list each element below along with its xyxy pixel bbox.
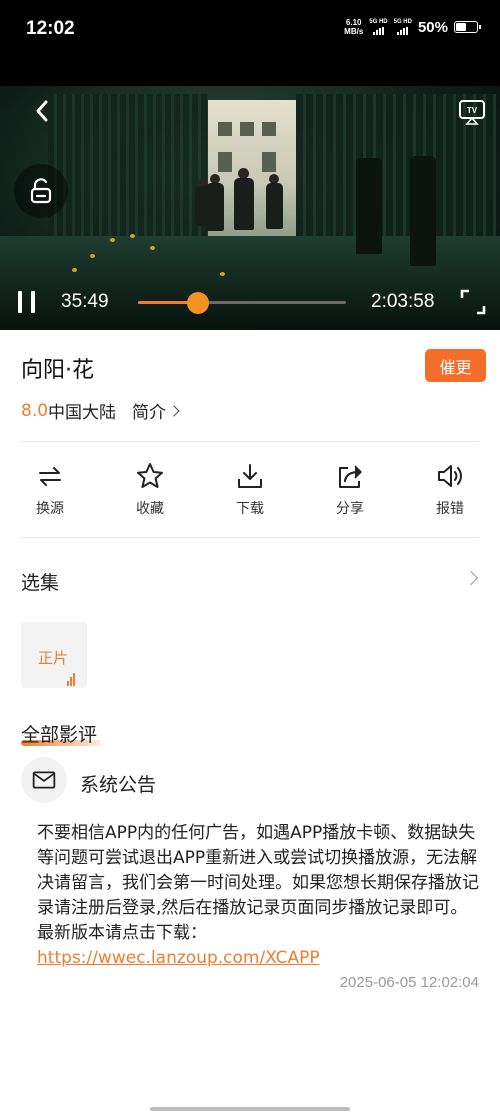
episodes-heading[interactable]: 选集 — [21, 568, 59, 595]
download-link[interactable]: https://wwec.lanzoup.com/XCAPP — [37, 948, 320, 968]
status-bar: 12:02 6.10 MB/s 5G HD 5G HD 50% — [0, 0, 500, 86]
video-frame-gate-left — [48, 94, 208, 254]
sim1-signal-icon: 5G HD — [369, 19, 388, 35]
seek-bar[interactable] — [138, 292, 346, 314]
divider — [21, 441, 479, 442]
chevron-right-icon[interactable] — [463, 570, 479, 586]
screen-lock-button[interactable] — [14, 164, 68, 218]
swap-source-button[interactable]: 换源 — [20, 461, 80, 518]
star-icon — [137, 463, 163, 488]
divider — [21, 537, 479, 538]
movie-score: 8.0 — [21, 400, 49, 421]
review-timestamp: 2025-06-05 12:02:04 — [339, 974, 479, 991]
share-icon — [339, 465, 362, 488]
speaker-report-icon — [438, 465, 462, 487]
movie-region: 中国大陆 — [48, 403, 117, 423]
chevron-right-icon — [168, 404, 180, 417]
status-time: 12:02 — [26, 18, 75, 39]
pause-button[interactable] — [18, 291, 38, 313]
video-player[interactable]: TV 35:49 2:03:58 — [0, 86, 500, 330]
svg-text:TV: TV — [467, 106, 478, 115]
swap-source-icon — [39, 467, 61, 486]
action-bar: 换源 收藏 下载 分享 报错 — [0, 461, 500, 521]
review-author: 系统公告 — [80, 774, 157, 796]
battery-percent: 50% — [417, 18, 448, 36]
playing-bars-icon — [67, 673, 75, 686]
download-button[interactable]: 下载 — [220, 461, 280, 518]
download-icon — [238, 464, 262, 488]
sim2-signal-icon: 5G HD — [394, 19, 412, 35]
home-indicator[interactable] — [150, 1107, 350, 1111]
intro-link[interactable]: 简介 — [132, 398, 180, 423]
mail-icon — [32, 771, 56, 789]
back-icon[interactable] — [30, 98, 56, 124]
fullscreen-icon[interactable] — [460, 289, 486, 315]
unlock-icon — [30, 178, 52, 204]
avatar — [21, 757, 67, 803]
elapsed-time: 35:49 — [61, 291, 109, 312]
urge-update-button[interactable]: 催更 — [425, 349, 486, 382]
total-duration: 2:03:58 — [371, 291, 435, 312]
share-button[interactable]: 分享 — [320, 461, 380, 518]
seek-thumb[interactable] — [187, 292, 209, 314]
movie-title: 向阳·花 — [21, 358, 94, 383]
report-error-button[interactable]: 报错 — [420, 461, 480, 518]
status-icons: 6.10 MB/s 5G HD 5G HD 50% — [344, 18, 481, 36]
net-speed: 6.10 MB/s — [344, 18, 364, 36]
review-body: 不要相信APP内的任何广告，如遇APP播放卡顿、数据缺失等问题可尝试退出APP重… — [37, 823, 479, 968]
reviews-heading: 全部影评 — [21, 724, 98, 746]
battery-icon — [454, 21, 481, 33]
episode-item[interactable]: 正片 — [21, 622, 87, 688]
tv-cast-icon[interactable]: TV — [457, 96, 487, 126]
movie-meta: 8.0 中国大陆 简介 — [21, 398, 180, 423]
favorite-button[interactable]: 收藏 — [120, 461, 180, 518]
